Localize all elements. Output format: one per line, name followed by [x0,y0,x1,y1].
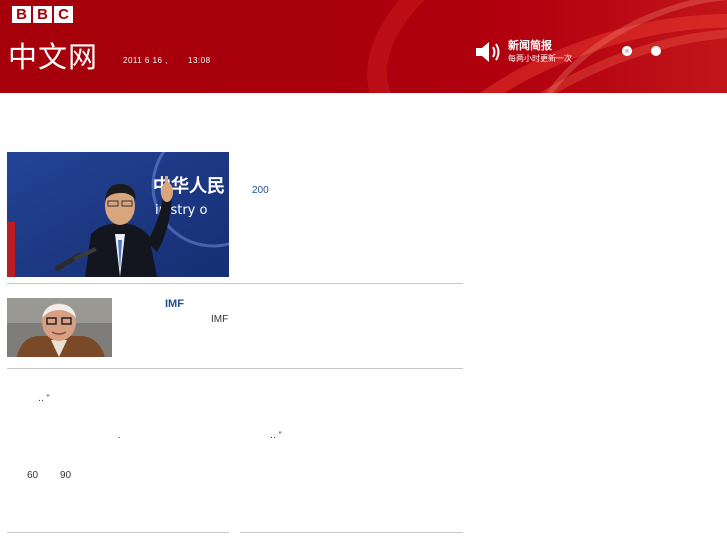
logo-letter: B [33,6,52,23]
time-text: 13:08 [188,56,211,65]
second-story-photo[interactable] [7,298,112,357]
speaker-icon [476,42,500,62]
date-text: 2011 6 16 , [123,56,168,65]
top-story-photo[interactable]: 中华人民 inistry o [7,152,229,277]
news-brief-title: 新闻简报 [508,39,552,52]
spokesman-photo-illustration: 中华人民 inistry o [7,152,229,277]
site-header: B B C 中文网 2011 6 16 , 13:08 新闻简报 每两小时更新一… [0,0,727,93]
site-title[interactable]: 中文网 [8,34,98,76]
number-text: 60 [27,470,39,481]
logo-letter: C [54,6,73,23]
divider [7,532,229,533]
text-mark: ‥ " [38,393,50,403]
second-story-headline[interactable]: IMF [165,298,184,310]
logo-letter: B [12,6,31,23]
second-story-text: IMF [211,314,229,325]
text-mark: . [118,430,121,440]
portrait-photo-illustration [7,298,112,357]
top-story-text[interactable]: 200 [252,185,269,196]
number-text: 90 [60,470,72,481]
carousel-dot[interactable] [651,46,661,56]
bbc-logo[interactable]: B B C [12,6,73,23]
carousel-dot-active[interactable] [622,46,632,56]
text-mark: ‥ " [270,430,282,440]
divider [240,532,463,533]
divider [7,368,463,369]
news-brief-link[interactable]: 新闻简报 每两小时更新一次 [474,39,572,65]
news-brief-subtitle: 每两小时更新一次 [508,54,572,63]
divider [7,283,463,284]
